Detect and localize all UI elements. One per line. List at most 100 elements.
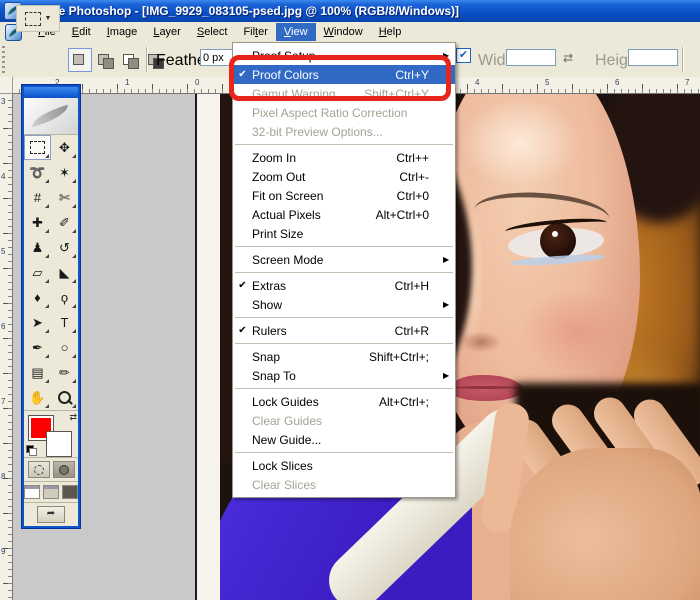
- height-input[interactable]: [628, 49, 678, 66]
- view-menu-item-fit-on-screen[interactable]: Fit on ScreenCtrl+0: [233, 186, 455, 205]
- menu-item-label: 32-bit Preview Options...: [252, 125, 429, 139]
- tool-preset-button[interactable]: ▼: [16, 5, 60, 32]
- view-menu-item-new-guide[interactable]: New Guide...: [233, 430, 455, 449]
- hruler-label: 6: [615, 78, 619, 87]
- menubar-item-layer[interactable]: Layer: [145, 23, 189, 41]
- swap-colors-icon[interactable]: ⇄: [69, 412, 77, 423]
- subtract-from-selection-button[interactable]: [118, 48, 142, 72]
- shape-tool[interactable]: ○: [51, 335, 78, 360]
- menu-item-label: Actual Pixels: [252, 208, 376, 222]
- menubar-item-edit[interactable]: Edit: [64, 23, 99, 41]
- eyedropper-icon: ✏: [59, 366, 70, 379]
- eraser-tool[interactable]: ▱: [24, 260, 51, 285]
- edit-in-imageready-button[interactable]: ➦: [37, 506, 65, 523]
- quick-mask-mode-button[interactable]: [53, 461, 75, 478]
- notes-tool[interactable]: ▤: [24, 360, 51, 385]
- view-menu-item-extras[interactable]: ✔ExtrasCtrl+H: [233, 276, 455, 295]
- view-menu-item-clear-guides[interactable]: Clear Guides: [233, 411, 455, 430]
- standard-mode-button[interactable]: [28, 461, 50, 478]
- photoshop-window: Adobe Photoshop - [IMG_9929_083105-psed.…: [0, 0, 700, 600]
- menu-item-label: Clear Slices: [252, 478, 429, 492]
- background-color-swatch[interactable]: [47, 432, 71, 456]
- history-brush-tool[interactable]: ↺: [51, 235, 78, 260]
- view-menu-item-show[interactable]: Show▶: [233, 295, 455, 314]
- view-dropdown-menu: Proof Setup▶✔Proof ColorsCtrl+YGamut War…: [232, 42, 456, 498]
- anti-alias-checkbox[interactable]: ✔: [456, 48, 471, 63]
- view-menu-item-rulers[interactable]: ✔RulersCtrl+R: [233, 321, 455, 340]
- paint-bucket-tool[interactable]: ◣: [51, 260, 78, 285]
- view-menu-item-lock-slices[interactable]: Lock Slices: [233, 456, 455, 475]
- zoom-tool[interactable]: [51, 385, 78, 410]
- submenu-arrow-icon: ▶: [443, 255, 455, 264]
- hand-region: [510, 448, 700, 600]
- options-bar-grip: [2, 46, 5, 74]
- magic-wand-tool[interactable]: ✶: [51, 160, 78, 185]
- menubar-item-filter[interactable]: Filter: [235, 23, 275, 41]
- view-menu-item-pixel-aspect-ratio-correction[interactable]: Pixel Aspect Ratio Correction: [233, 103, 455, 122]
- hruler-label: 1: [125, 78, 129, 87]
- clone-stamp-tool[interactable]: ♟: [24, 235, 51, 260]
- selection-mode-group: [68, 48, 167, 72]
- menu-item-label: Lock Slices: [252, 459, 429, 473]
- view-menu-item-actual-pixels[interactable]: Actual PixelsAlt+Ctrl+0: [233, 205, 455, 224]
- default-colors-icon[interactable]: [26, 445, 36, 455]
- vertical-ruler: 3456789: [0, 93, 13, 600]
- notes-icon: ▤: [31, 366, 43, 379]
- pen-tool[interactable]: ✒: [24, 335, 51, 360]
- hand-tool[interactable]: ✋: [24, 385, 51, 410]
- menu-separator: [235, 272, 453, 273]
- dodge-tool[interactable]: ϙ: [51, 285, 78, 310]
- menu-item-label: Print Size: [252, 227, 429, 241]
- view-menu-item-zoom-out[interactable]: Zoom OutCtrl+-: [233, 167, 455, 186]
- menu-item-label: Clear Guides: [252, 414, 429, 428]
- marquee-preset-icon: [25, 12, 41, 26]
- menu-item-label: Snap To: [252, 369, 429, 383]
- path-selection-tool[interactable]: ➤: [24, 310, 51, 335]
- standard-screen-mode-button[interactable]: [24, 485, 40, 499]
- view-menu-item-lock-guides[interactable]: Lock GuidesAlt+Ctrl+;: [233, 392, 455, 411]
- lasso-icon: ➰: [29, 166, 45, 179]
- add-to-selection-button[interactable]: [93, 48, 117, 72]
- view-menu-item-print-size[interactable]: Print Size: [233, 224, 455, 243]
- lasso-tool[interactable]: ➰: [24, 160, 51, 185]
- eyedropper-tool[interactable]: ✏: [51, 360, 78, 385]
- healing-brush-tool[interactable]: ✚: [24, 210, 51, 235]
- view-menu-item-screen-mode[interactable]: Screen Mode▶: [233, 250, 455, 269]
- menu-item-shortcut: Ctrl+-: [399, 170, 443, 184]
- view-menu-item-32-bit-preview-options[interactable]: 32-bit Preview Options...: [233, 122, 455, 141]
- view-menu-item-proof-colors[interactable]: ✔Proof ColorsCtrl+Y: [233, 65, 455, 84]
- rectangular-marquee-tool[interactable]: [24, 135, 51, 160]
- rectangular-marquee-icon: [30, 141, 45, 154]
- menu-separator: [235, 452, 453, 453]
- fullscreen-with-menu-button[interactable]: [43, 485, 59, 499]
- menubar-item-image[interactable]: Image: [99, 23, 146, 41]
- view-menu-item-gamut-warning[interactable]: Gamut WarningShift+Ctrl+Y: [233, 84, 455, 103]
- view-menu-item-snap[interactable]: SnapShift+Ctrl+;: [233, 347, 455, 366]
- menu-item-label: Lock Guides: [252, 395, 379, 409]
- magic-wand-icon: ✶: [59, 166, 70, 179]
- move-tool[interactable]: ✥: [51, 135, 78, 160]
- menubar-item-select[interactable]: Select: [189, 23, 236, 41]
- view-menu-item-clear-slices[interactable]: Clear Slices: [233, 475, 455, 494]
- menu-item-shortcut: Ctrl+Y: [395, 68, 443, 82]
- menubar-item-view[interactable]: View: [276, 23, 316, 41]
- menubar-item-help[interactable]: Help: [371, 23, 410, 41]
- slice-tool[interactable]: ✄: [51, 185, 78, 210]
- width-input[interactable]: [506, 49, 556, 66]
- toolbox-titlebar[interactable]: [24, 87, 78, 98]
- new-selection-button[interactable]: [68, 48, 92, 72]
- view-menu-item-zoom-in[interactable]: Zoom InCtrl++: [233, 148, 455, 167]
- swap-dimensions-icon[interactable]: ⇄: [563, 51, 573, 65]
- menubar-item-window[interactable]: Window: [316, 23, 371, 41]
- view-menu-item-proof-setup[interactable]: Proof Setup▶: [233, 46, 455, 65]
- menu-separator: [235, 144, 453, 145]
- view-menu-item-snap-to[interactable]: Snap To▶: [233, 366, 455, 385]
- blur-tool[interactable]: ♦: [24, 285, 51, 310]
- crop-tool[interactable]: #: [24, 185, 51, 210]
- photoshop-feather-logo: [24, 98, 78, 135]
- fullscreen-mode-button[interactable]: [62, 485, 78, 499]
- hruler-label: 5: [545, 78, 549, 87]
- brush-tool[interactable]: ✐: [51, 210, 78, 235]
- type-tool[interactable]: T: [51, 310, 78, 335]
- menu-item-label: Extras: [252, 279, 395, 293]
